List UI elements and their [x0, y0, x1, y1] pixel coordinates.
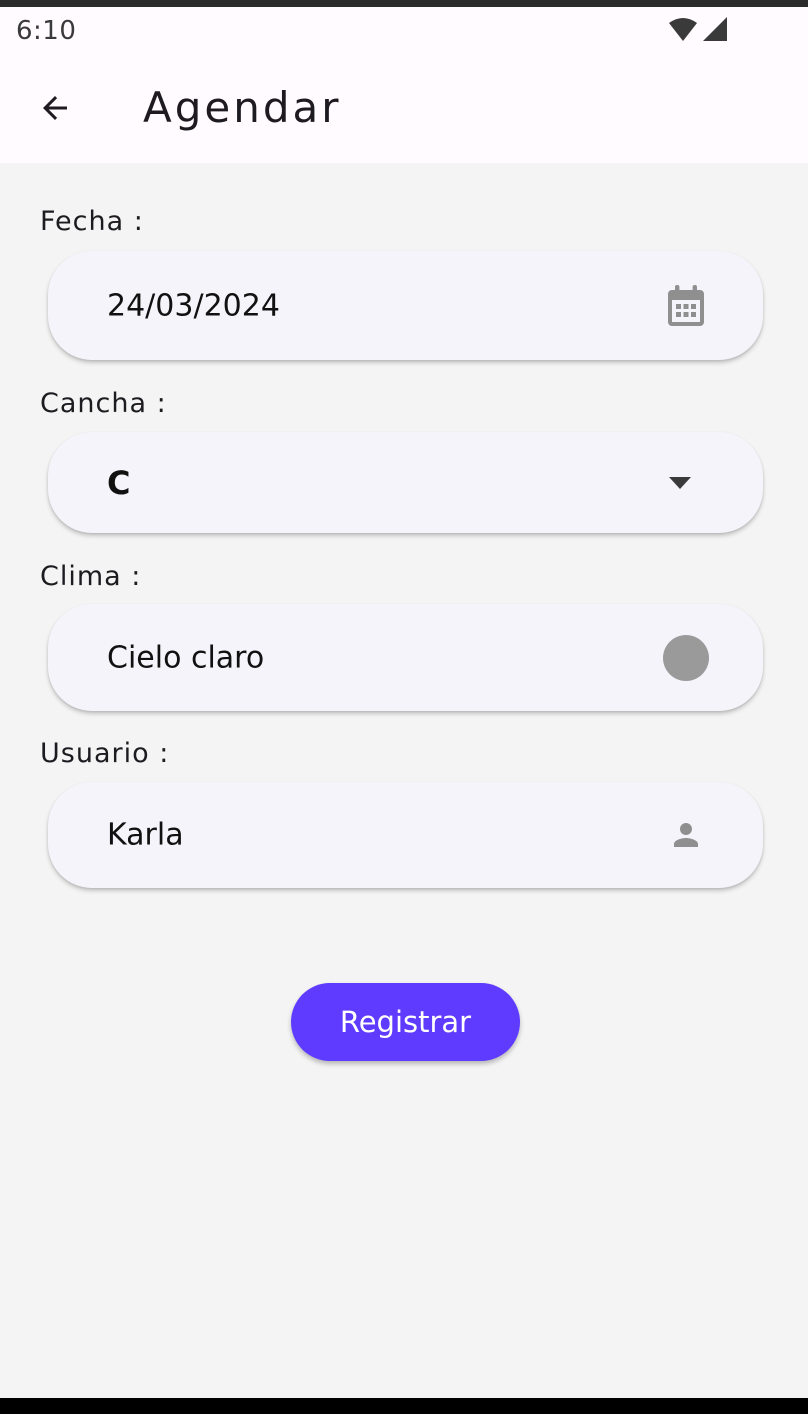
dropdown-arrow-icon — [668, 476, 692, 490]
cell-signal-icon — [703, 17, 727, 41]
clima-label: Clima : — [40, 561, 142, 592]
navigation-bar — [0, 1398, 808, 1414]
status-time: 6:10 — [16, 16, 77, 46]
app-bar: Agendar — [0, 57, 808, 163]
fecha-label: Fecha : — [40, 206, 144, 237]
agendar-screen: 6:10 Agendar Fecha : 24/03/2024 Cancha:… — [0, 0, 808, 1414]
status-bar: 6:10 — [0, 7, 808, 57]
wifi-icon — [669, 18, 697, 41]
status-icons — [668, 16, 728, 42]
court-dropdown[interactable]: C — [48, 432, 763, 533]
weather-circle-icon — [662, 634, 710, 682]
weather-value: Cielo claro — [107, 640, 265, 675]
date-value: 24/03/2024 — [107, 288, 280, 323]
register-button[interactable]: Registrar — [291, 983, 520, 1061]
court-value: C — [107, 463, 131, 502]
weather-field: Cielo claro — [48, 604, 763, 711]
top-edge — [0, 0, 808, 7]
calendar-icon[interactable] — [666, 284, 706, 328]
page-title: Agendar — [143, 83, 342, 132]
usuario-label: Usuario : — [40, 738, 170, 769]
date-field[interactable]: 24/03/2024 — [48, 251, 763, 360]
person-icon — [668, 817, 704, 853]
user-value: Karla — [107, 817, 184, 853]
back-button[interactable] — [28, 81, 82, 135]
user-field[interactable]: Karla — [48, 782, 763, 888]
cancha-label: Cancha : — [40, 388, 167, 419]
arrow-back-icon — [43, 96, 67, 120]
